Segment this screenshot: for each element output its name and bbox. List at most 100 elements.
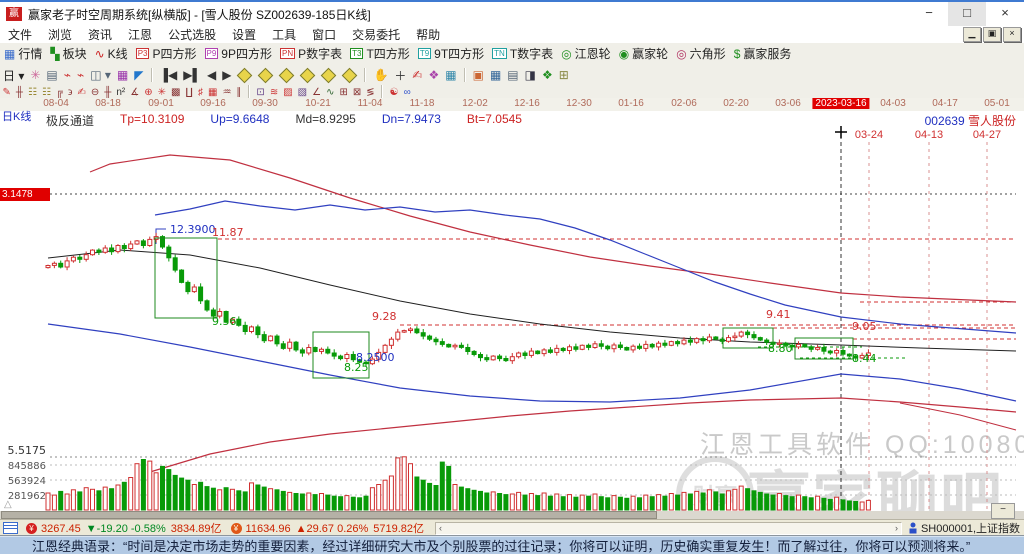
toolbar-item-9t-square[interactable]: T99T四方形 — [418, 45, 484, 62]
diamond-3-icon[interactable] — [279, 67, 295, 83]
quad-grid-icon[interactable]: ▦ — [445, 68, 456, 82]
angle-icon[interactable]: ∡ — [130, 87, 139, 98]
date-tick[interactable]: 11-04 — [358, 98, 383, 109]
fan-icon[interactable]: ♯ — [198, 87, 203, 98]
n2-icon[interactable]: n² — [116, 87, 125, 98]
capsule-icon[interactable]: ◫ ▾ — [90, 68, 111, 82]
zigzag-icon[interactable]: ≶ — [366, 87, 374, 98]
ticker-scrollbar[interactable]: ‹ › — [435, 522, 902, 535]
disk-icon[interactable]: ◨ — [525, 68, 536, 82]
toolbar-item-sectors[interactable]: ▚板块 — [50, 45, 86, 62]
star-icon[interactable]: ✳ — [158, 87, 166, 98]
measure-icon[interactable]: ✍ — [412, 68, 422, 82]
marker-icon[interactable]: ✍ — [77, 87, 85, 98]
hand-drag-icon[interactable]: ✋ — [373, 68, 388, 82]
gann-grid-1-icon[interactable]: ☷ — [28, 87, 37, 98]
date-tick[interactable]: 12-16 — [514, 98, 540, 109]
mini-kline-2-icon[interactable]: ⌁ — [77, 68, 84, 82]
last-bar-icon[interactable]: ▶▌ — [183, 68, 201, 82]
close-button[interactable]: × — [986, 2, 1024, 26]
date-tick[interactable]: 10-21 — [305, 98, 331, 109]
scrollbar-thumb[interactable] — [1, 511, 657, 519]
toolbar-item-p-square[interactable]: P3P四方形 — [136, 45, 197, 62]
calculator-icon[interactable]: ▦ — [490, 68, 501, 82]
toolbar-item-t-table[interactable]: TNT数字表 — [492, 45, 553, 62]
zoom-out-button[interactable]: − — [991, 503, 1015, 519]
calendar-icon[interactable]: ▣ — [473, 68, 484, 82]
date-axis[interactable]: 08-0408-1809-0109-1609-3010-2111-0411-18… — [0, 98, 1024, 111]
minimize-button[interactable]: − — [910, 2, 948, 26]
shade-1-icon[interactable]: ▨ — [283, 87, 292, 98]
horizontal-scrollbar[interactable]: − — [0, 511, 1024, 519]
diamond-1-icon[interactable] — [237, 67, 253, 83]
date-tick[interactable]: 08-04 — [43, 98, 69, 109]
diamond-6-icon[interactable] — [342, 67, 358, 83]
quote-grid-icon[interactable] — [3, 522, 18, 534]
mini-kline-1-icon[interactable]: ⌁ — [64, 68, 71, 82]
mdi-minimize-button[interactable]: ▁ — [963, 27, 981, 42]
toolbar-item-t-square[interactable]: T3T四方形 — [350, 45, 410, 62]
date-tick[interactable]: 02-20 — [723, 98, 749, 109]
grid-b-icon[interactable]: ⊠ — [353, 87, 361, 98]
menu-item-江恩[interactable]: 江恩 — [120, 26, 160, 43]
toolbar-item-kline[interactable]: ∿K线 — [95, 45, 128, 62]
diamond-5-icon[interactable] — [321, 67, 337, 83]
maximize-button[interactable]: □ — [948, 2, 986, 26]
net-pc-icon[interactable]: ❖ — [542, 68, 553, 82]
wave-icon[interactable]: ∐ — [185, 87, 193, 98]
chart-svg[interactable]: 12.390011.879.569.288.25008.259.419.058.… — [0, 98, 1024, 519]
box-grid-icon[interactable]: ▦ — [208, 87, 217, 98]
angle-f-icon[interactable]: ╔ — [56, 87, 63, 98]
menu-item-工具[interactable]: 工具 — [264, 26, 304, 43]
box-sel-icon[interactable]: ⊡ — [256, 87, 264, 98]
grid-a-icon[interactable]: ⊞ — [339, 87, 347, 98]
period-daily-icon[interactable]: 日 ▾ — [3, 67, 24, 84]
date-tick[interactable]: 02-06 — [671, 98, 697, 109]
current-symbol-label[interactable]: SH000001,上证指数 — [921, 520, 1020, 536]
date-tick[interactable]: 03-06 — [775, 98, 801, 109]
cycle-icon[interactable]: ⊖ — [91, 87, 99, 98]
diamond-2-icon[interactable] — [258, 67, 274, 83]
scroll-left-arrow[interactable]: ‹ — [439, 523, 442, 533]
scroll-right-arrow[interactable]: › — [895, 523, 898, 533]
date-tick[interactable]: 11-18 — [410, 98, 435, 109]
toolbar-item-gann-wheel[interactable]: ◎江恩轮 — [561, 45, 611, 62]
trend-angle-icon[interactable]: ∠ — [312, 87, 321, 98]
curve-icon[interactable]: ∿ — [326, 87, 334, 98]
pencil-icon[interactable]: ✎ — [3, 87, 11, 98]
next-bar-icon[interactable]: ▶ — [222, 68, 231, 82]
date-tick[interactable]: 05-01 — [984, 98, 1010, 109]
shanghai-index-values[interactable]: 3267.45▼-19.20 -0.58%3834.89亿 — [41, 520, 227, 536]
shenzhen-index-values[interactable]: 11634.96▲29.67 0.26%5719.82亿 — [246, 520, 430, 536]
menu-item-窗口[interactable]: 窗口 — [304, 26, 344, 43]
spiral-icon[interactable]: ϶ — [68, 87, 72, 98]
menu-item-资讯[interactable]: 资讯 — [80, 26, 120, 43]
rays-icon[interactable]: ≋ — [270, 87, 278, 98]
clipboard-icon[interactable]: ▤ — [46, 68, 57, 82]
date-tick[interactable]: 12-30 — [566, 98, 592, 109]
taiji-icon[interactable]: ☯ — [390, 87, 399, 98]
grid-tool-icon[interactable]: ╫ — [16, 87, 23, 98]
toolbar-item-winner-wheel[interactable]: ◉赢家轮 — [619, 45, 669, 62]
gann-grid-2-icon[interactable]: ☷ — [42, 87, 51, 98]
mdi-restore-button[interactable]: ▣ — [983, 27, 1001, 42]
date-tick[interactable]: 12-02 — [462, 98, 488, 109]
dense-grid-icon[interactable]: ▩ — [171, 87, 180, 98]
save-report-icon[interactable]: ▤ — [507, 68, 518, 82]
infinity-icon[interactable]: ∞ — [404, 87, 411, 98]
date-tick[interactable]: 09-30 — [252, 98, 278, 109]
toolbar-item-9p-square[interactable]: P99P四方形 — [205, 45, 272, 62]
prev-bar-icon[interactable]: ◀ — [207, 68, 216, 82]
first-bar-icon[interactable]: ▐◀ — [160, 68, 178, 82]
magic-icon[interactable]: ❖ — [428, 68, 439, 82]
menu-item-交易委托[interactable]: 交易委托 — [344, 26, 408, 43]
date-tick[interactable]: 04-17 — [932, 98, 958, 109]
truck-icon[interactable]: ⊞ — [559, 68, 569, 82]
date-tick[interactable]: 09-16 — [200, 98, 226, 109]
toolbar-item-p-table[interactable]: PNP数字表 — [280, 45, 342, 62]
toolbar-item-winner-service[interactable]: $赢家服务 — [734, 45, 792, 62]
menu-item-公式选股[interactable]: 公式选股 — [160, 26, 224, 43]
date-tick[interactable]: 08-18 — [95, 98, 121, 109]
menu-item-浏览[interactable]: 浏览 — [40, 26, 80, 43]
parallel-icon[interactable]: ∥ — [236, 87, 241, 98]
